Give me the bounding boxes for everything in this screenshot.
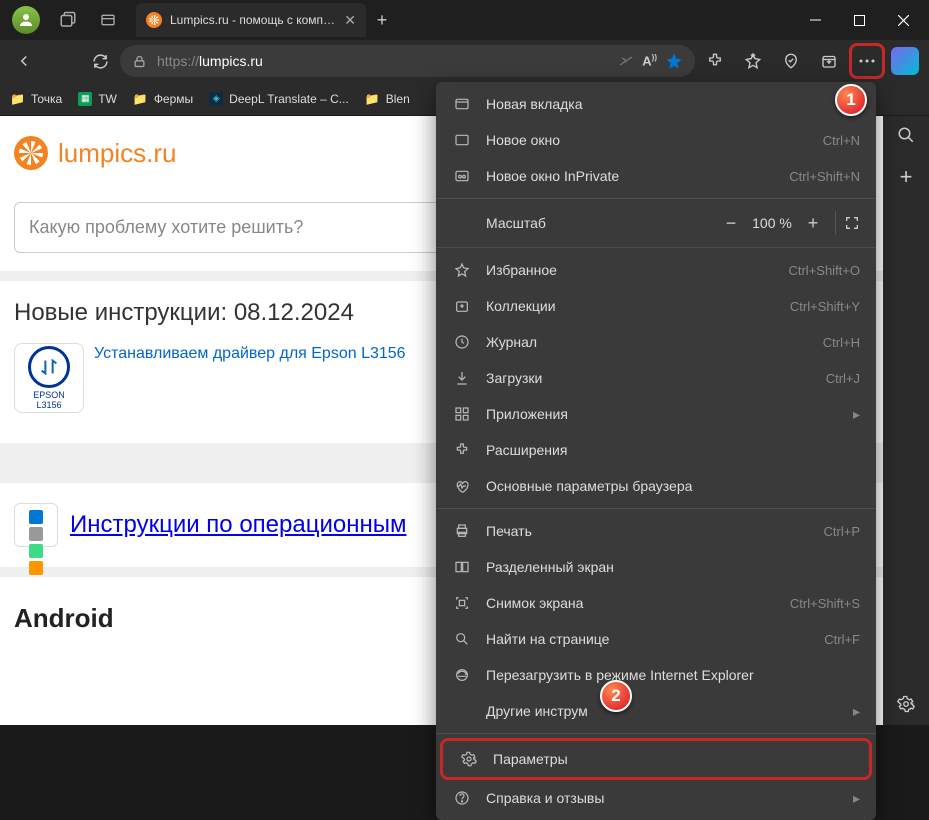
profile-avatar[interactable] [12, 6, 40, 34]
callout-badge-2: 2 [600, 680, 632, 712]
bookmark-folder[interactable]: 📁Фермы [133, 92, 193, 106]
browser-essentials-icon[interactable] [773, 43, 809, 79]
titlebar: Lumpics.ru - помощь с компьюте ✕ + [0, 0, 929, 40]
sidebar-add-icon[interactable]: + [900, 164, 913, 190]
submenu-arrow-icon: ▸ [853, 406, 860, 423]
screenshot-icon [452, 595, 472, 611]
tab-actions-icon[interactable] [94, 6, 122, 34]
close-window-button[interactable] [881, 0, 925, 40]
menu-extensions[interactable]: Расширения [436, 432, 876, 468]
new-tab-button[interactable]: + [366, 10, 398, 31]
menu-help[interactable]: Справка и отзывы ▸ [436, 780, 876, 816]
new-tab-icon [452, 96, 472, 112]
print-icon [452, 523, 472, 539]
zoom-in-button[interactable]: + [799, 213, 827, 234]
inprivate-icon [452, 168, 472, 184]
refresh-button[interactable] [82, 43, 118, 79]
back-button[interactable] [6, 43, 42, 79]
zoom-out-button[interactable]: − [717, 213, 745, 234]
heart-pulse-icon [452, 478, 472, 494]
bookmark-item[interactable]: ◈DeepL Translate – С... [209, 92, 349, 106]
menu-favorites[interactable]: Избранное Ctrl+Shift+O [436, 252, 876, 288]
os-icon [14, 503, 58, 547]
bookmark-folder[interactable]: 📁Blen [365, 92, 410, 106]
menu-downloads[interactable]: Загрузки Ctrl+J [436, 360, 876, 396]
zoom-label: Масштаб [486, 215, 546, 231]
menu-collections[interactable]: Коллекции Ctrl+Shift+Y [436, 288, 876, 324]
menu-new-inprivate[interactable]: Новое окно InPrivate Ctrl+Shift+N [436, 158, 876, 194]
menu-find[interactable]: Найти на странице Ctrl+F [436, 621, 876, 657]
menu-new-tab[interactable]: Новая вкладка [436, 86, 876, 122]
article-thumb: EPSONL3156 [14, 343, 84, 413]
apps-icon [452, 406, 472, 422]
favorites-hub-icon[interactable] [735, 43, 771, 79]
settings-menu: Новая вкладка Новое окно Ctrl+N Новое ок… [436, 82, 876, 820]
submenu-arrow-icon: ▸ [853, 790, 860, 807]
menu-split-screen[interactable]: Разделенный экран [436, 549, 876, 585]
browser-tab[interactable]: Lumpics.ru - помощь с компьюте ✕ [136, 3, 366, 37]
logo-icon [14, 136, 48, 170]
extensions-icon [452, 442, 472, 458]
sheets-icon: ▦ [78, 92, 92, 106]
read-aloud-icon[interactable]: A)) [642, 53, 657, 68]
address-bar[interactable]: https://lumpics.ru A)) [120, 45, 695, 77]
menu-new-window[interactable]: Новое окно Ctrl+N [436, 122, 876, 158]
tab-favicon [146, 12, 162, 28]
settings-and-more-button[interactable] [849, 43, 885, 79]
sidebar-search-icon[interactable] [897, 126, 915, 144]
split-screen-icon [452, 559, 472, 575]
folder-icon: 📁 [365, 92, 380, 106]
article-item[interactable]: EPSONL3156 Устанавливаем драйвер для Eps… [14, 343, 438, 413]
copilot-button[interactable] [887, 43, 923, 79]
tab-title: Lumpics.ru - помощь с компьюте [170, 13, 336, 27]
workspaces-icon[interactable] [54, 6, 82, 34]
history-icon [452, 334, 472, 350]
extensions-icon[interactable] [697, 43, 733, 79]
article-link[interactable]: Устанавливаем драйвер для Epson L3156 [94, 343, 406, 413]
deepl-icon: ◈ [209, 92, 223, 106]
menu-zoom-row: Масштаб − 100 % + [436, 203, 876, 243]
ie-icon [452, 667, 472, 683]
edge-sidebar: + [883, 116, 929, 725]
gear-icon [459, 751, 479, 767]
zoom-value: 100 % [745, 215, 799, 231]
menu-apps[interactable]: Приложения ▸ [436, 396, 876, 432]
sidebar-settings-icon[interactable] [897, 695, 915, 713]
maximize-button[interactable] [837, 0, 881, 40]
os-section-link[interactable]: Инструкции по операционным [70, 511, 406, 539]
callout-badge-1: 1 [835, 84, 867, 116]
menu-history[interactable]: Журнал Ctrl+H [436, 324, 876, 360]
menu-settings[interactable]: Параметры [443, 741, 869, 777]
tracking-prevention-icon[interactable] [618, 53, 634, 69]
folder-icon: 📁 [133, 92, 148, 106]
bookmark-folder[interactable]: 📁Точка [10, 92, 62, 106]
logo-text: lumpics.ru [58, 138, 176, 169]
fullscreen-button[interactable] [844, 215, 860, 231]
favorite-star-icon[interactable] [665, 52, 683, 70]
menu-print[interactable]: Печать Ctrl+P [436, 513, 876, 549]
toolbar: https://lumpics.ru A)) [0, 40, 929, 82]
tab-close-icon[interactable]: ✕ [344, 12, 356, 29]
minimize-button[interactable] [793, 0, 837, 40]
star-icon [452, 262, 472, 278]
submenu-arrow-icon: ▸ [853, 703, 860, 720]
menu-ie-mode[interactable]: Перезагрузить в режиме Internet Explorer [436, 657, 876, 693]
help-icon [452, 790, 472, 806]
collections-icon[interactable] [811, 43, 847, 79]
folder-icon: 📁 [10, 92, 25, 106]
bookmark-item[interactable]: ▦TW [78, 92, 117, 106]
new-window-icon [452, 132, 472, 148]
menu-essentials[interactable]: Основные параметры браузера [436, 468, 876, 504]
url-text: https://lumpics.ru [157, 53, 263, 69]
download-icon [452, 370, 472, 386]
site-info-icon[interactable] [132, 54, 147, 69]
collections-icon [452, 298, 472, 314]
find-icon [452, 631, 472, 647]
menu-screenshot[interactable]: Снимок экрана Ctrl+Shift+S [436, 585, 876, 621]
menu-more-tools[interactable]: Другие инструм ▸ [436, 693, 876, 729]
